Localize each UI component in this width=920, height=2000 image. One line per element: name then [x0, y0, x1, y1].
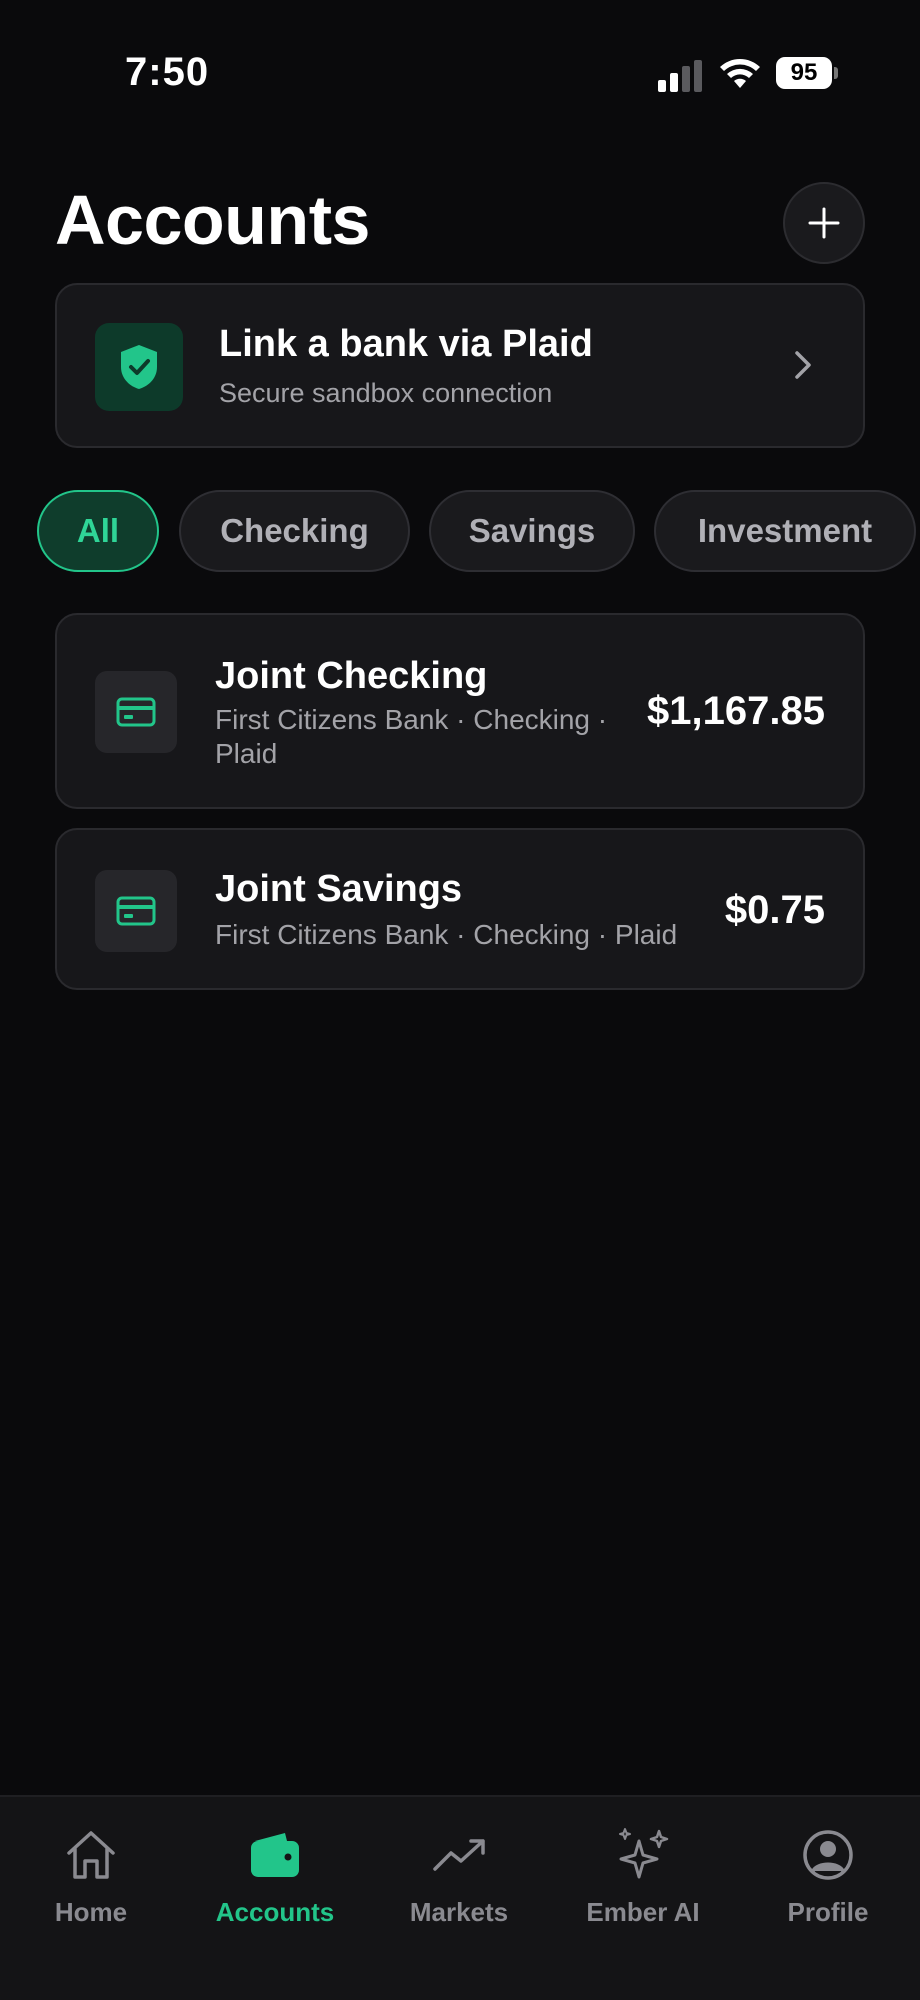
tab-profile[interactable]: Profile [738, 1825, 918, 1935]
battery-tip [834, 67, 838, 79]
tab-label: Ember AI [586, 1897, 700, 1927]
tab-markets[interactable]: Markets [369, 1825, 549, 1935]
account-balance: $1,167.85 [647, 689, 825, 733]
tab-label: Home [54, 1897, 128, 1927]
tab-label: Profile [787, 1897, 869, 1927]
link-bank-subtitle: Secure sandbox connection [219, 378, 553, 408]
credit-card-icon [116, 697, 156, 727]
chevron-right-icon [795, 351, 811, 379]
home-icon [67, 1831, 115, 1879]
tab-home[interactable]: Home [1, 1825, 181, 1935]
bottom-tab-bar: Home Accounts Markets Ember AI Profile [0, 1795, 920, 2000]
battery-level: 95 [776, 57, 832, 89]
wifi-icon [720, 59, 760, 88]
user-circle-icon [803, 1830, 853, 1880]
status-time: 7:50 [125, 50, 210, 94]
account-balance: $0.75 [724, 888, 825, 932]
plus-icon [808, 207, 840, 239]
account-meta-line1: First Citizens Bank · Checking · Plaid [215, 919, 678, 950]
tab-label: Accounts [215, 1897, 335, 1927]
link-bank-card[interactable]: Link a bank via Plaid Secure sandbox con… [55, 283, 865, 448]
account-meta: First Citizens Bank · Checking · Plaid [215, 918, 677, 952]
account-meta: First Citizens Bank · Checking · Plaid [215, 703, 607, 771]
page-title: Accounts [55, 181, 370, 259]
plaid-icon-box [95, 323, 183, 411]
filter-chip-savings[interactable]: Savings [429, 490, 635, 572]
filter-chip-investment[interactable]: Investment [654, 490, 916, 572]
credit-card-icon [116, 896, 156, 926]
account-meta-line2: Plaid [215, 738, 278, 769]
filter-chip-all[interactable]: All [37, 490, 159, 572]
account-name: Joint Savings [215, 868, 463, 910]
account-name: Joint Checking [215, 655, 488, 697]
account-meta-line1: First Citizens Bank · Checking · [215, 704, 608, 735]
account-card-joint-savings[interactable]: Joint Savings First Citizens Bank · Chec… [55, 828, 865, 990]
tab-label: Markets [409, 1897, 509, 1927]
status-bar: 7:50 95 [0, 0, 920, 150]
tab-ember-ai[interactable]: Ember AI [553, 1825, 733, 1935]
account-icon-box [95, 671, 177, 753]
account-icon-box [95, 870, 177, 952]
account-card-joint-checking[interactable]: Joint Checking First Citizens Bank · Che… [55, 613, 865, 809]
sparkles-icon [619, 1828, 669, 1879]
filter-chip-checking[interactable]: Checking [179, 490, 410, 572]
cellular-signal-icon [658, 60, 702, 92]
trending-up-icon [433, 1839, 485, 1871]
accounts-screen: 7:50 95 Accounts Link a bank via Plaid S… [0, 0, 920, 2000]
add-account-button[interactable] [783, 182, 865, 264]
link-bank-title: Link a bank via Plaid [219, 323, 593, 365]
tab-accounts[interactable]: Accounts [185, 1825, 365, 1935]
wallet-icon [251, 1833, 299, 1877]
shield-check-icon [121, 345, 157, 389]
account-filter-chips: All Checking Savings Investment [0, 490, 920, 572]
battery-icon: 95 [776, 57, 838, 89]
